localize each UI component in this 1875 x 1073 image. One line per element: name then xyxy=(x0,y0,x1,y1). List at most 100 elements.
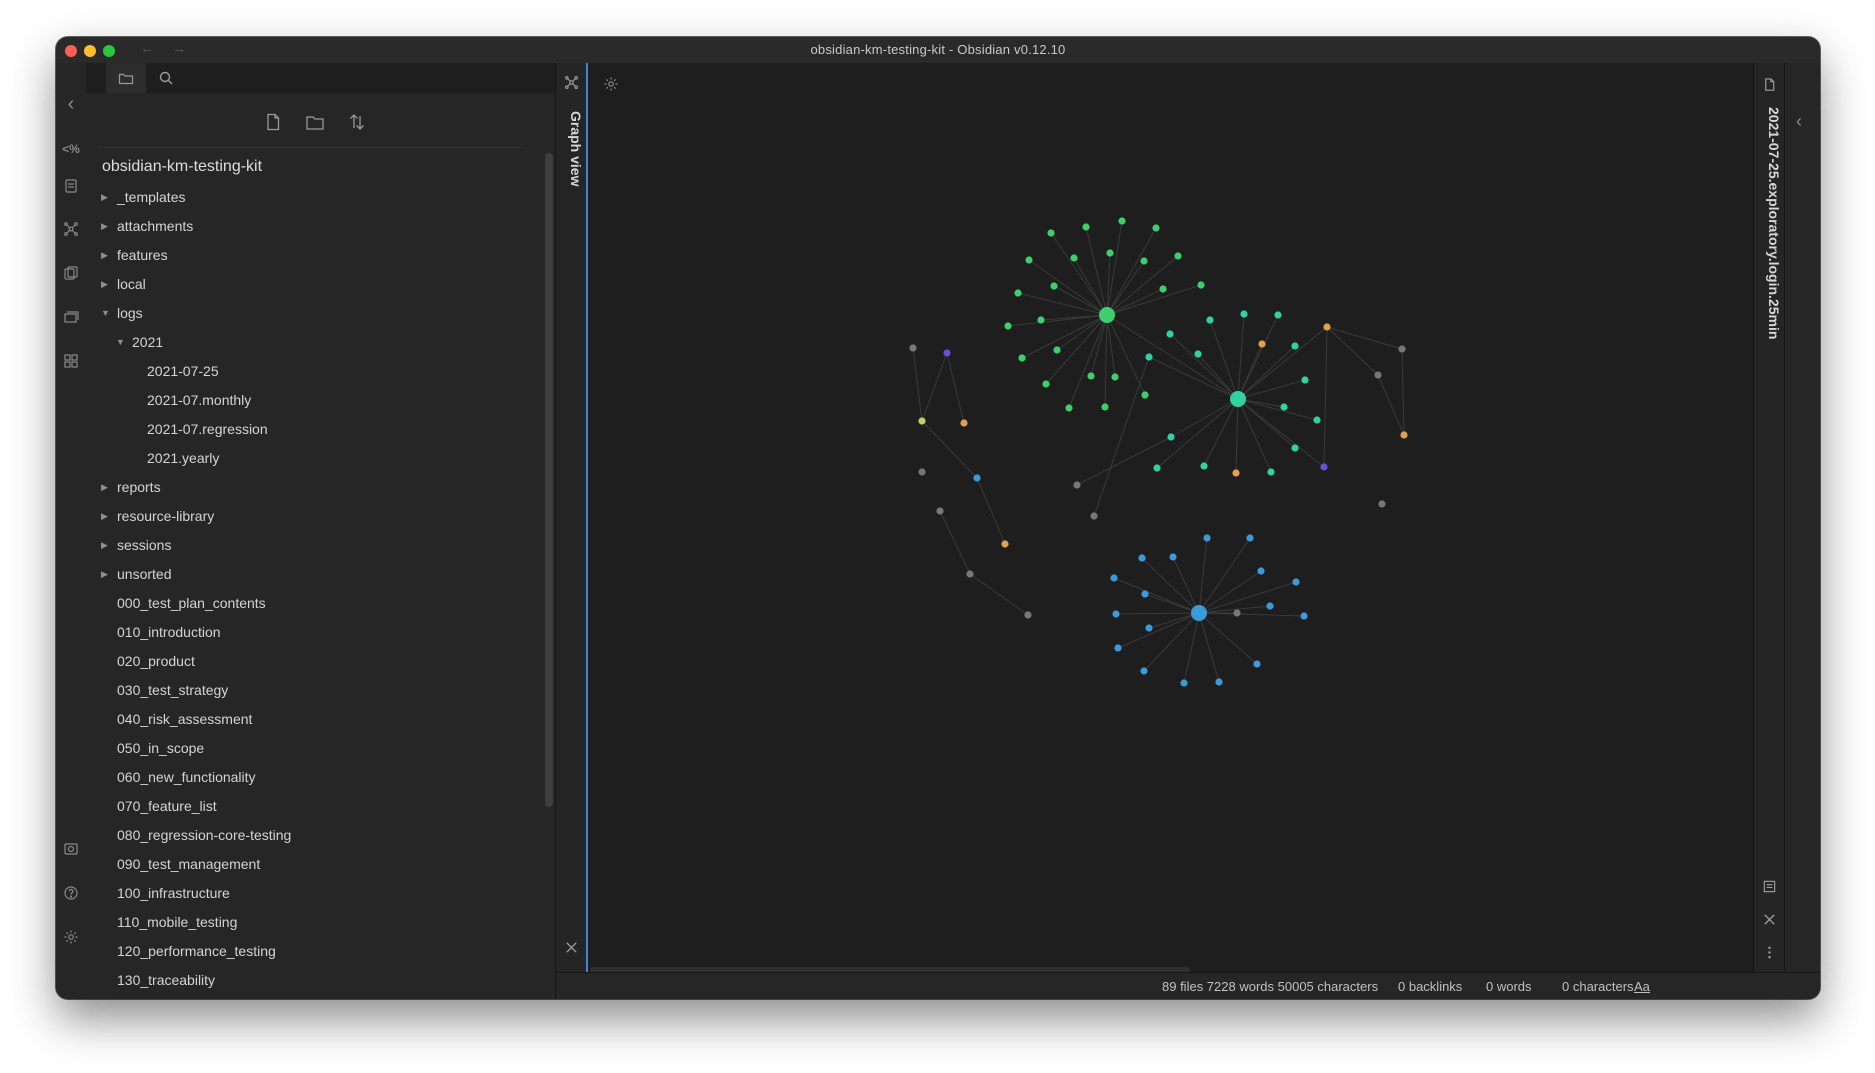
graph-node[interactable] xyxy=(1180,679,1188,687)
graph-node[interactable] xyxy=(966,570,974,578)
graph-node[interactable] xyxy=(1141,391,1149,399)
graph-node[interactable] xyxy=(1169,553,1177,561)
sidebar-scrollbar[interactable] xyxy=(545,153,553,807)
graph-node[interactable] xyxy=(1138,554,1146,562)
graph-node[interactable] xyxy=(1233,609,1241,617)
close-tab-icon[interactable] xyxy=(556,934,586,960)
kanban-icon[interactable] xyxy=(56,306,86,328)
graph-node[interactable] xyxy=(960,419,968,427)
graph-node[interactable] xyxy=(1090,512,1098,520)
vault-icon[interactable] xyxy=(56,838,86,860)
backlinks-count[interactable]: 0 backlinks xyxy=(1398,979,1462,994)
graph-node[interactable] xyxy=(1291,342,1299,350)
graph-node[interactable] xyxy=(1398,345,1406,353)
graph-node[interactable] xyxy=(1018,354,1026,362)
graph-node[interactable] xyxy=(1159,285,1167,293)
graph-node[interactable] xyxy=(1253,660,1261,668)
graph-node[interactable] xyxy=(1111,373,1119,381)
graph-node[interactable] xyxy=(1112,610,1120,618)
graph-node[interactable] xyxy=(1110,574,1118,582)
graph-node[interactable] xyxy=(1203,534,1211,542)
graph-node[interactable] xyxy=(1053,346,1061,354)
graph-node[interactable] xyxy=(973,474,981,482)
graph-hub-node[interactable] xyxy=(1099,307,1115,323)
graph-node[interactable] xyxy=(1024,611,1032,619)
file-explorer-tab[interactable] xyxy=(106,63,146,93)
graph-view-tab-label[interactable]: Graph view xyxy=(558,111,584,211)
graph-node[interactable] xyxy=(1152,224,1160,232)
graph-node[interactable] xyxy=(1004,322,1012,330)
search-tab[interactable] xyxy=(146,63,186,93)
chevron-down-icon[interactable]: ▼ xyxy=(101,299,110,328)
right-more-options-icon[interactable] xyxy=(1754,939,1784,965)
graph-node[interactable] xyxy=(1301,376,1309,384)
graph-node[interactable] xyxy=(1001,540,1009,548)
graph-node[interactable] xyxy=(1257,567,1265,575)
new-folder-icon[interactable] xyxy=(300,107,330,137)
graph-node[interactable] xyxy=(1292,578,1300,586)
close-right-tab-icon[interactable] xyxy=(1754,906,1784,932)
graph-node[interactable] xyxy=(1037,316,1045,324)
chevron-right-icon[interactable]: ▶ xyxy=(101,473,108,502)
chevron-right-icon[interactable]: ▶ xyxy=(101,183,108,212)
graph-view-icon[interactable] xyxy=(556,69,586,95)
note-file-icon[interactable] xyxy=(1754,71,1784,97)
graph-node[interactable] xyxy=(1378,500,1386,508)
graph-node[interactable] xyxy=(1194,350,1202,358)
chevron-right-icon[interactable]: ▶ xyxy=(101,241,108,270)
graph-node[interactable] xyxy=(1197,281,1205,289)
graph-node[interactable] xyxy=(1114,644,1122,652)
graph-node[interactable] xyxy=(1047,229,1055,237)
daily-notes-icon[interactable] xyxy=(56,175,86,197)
graph-node[interactable] xyxy=(1274,311,1282,319)
graph-node[interactable] xyxy=(936,507,944,515)
graph-node[interactable] xyxy=(1118,217,1126,225)
graph-node[interactable] xyxy=(1106,249,1114,257)
graph-node[interactable] xyxy=(1050,282,1058,290)
sort-order-icon[interactable] xyxy=(342,107,372,137)
font-toggle[interactable]: Aa xyxy=(1634,979,1650,994)
vault-name[interactable]: obsidian-km-testing-kit xyxy=(102,158,262,176)
chevron-right-icon[interactable]: ▶ xyxy=(101,531,108,560)
graph-node[interactable] xyxy=(1320,463,1328,471)
help-icon[interactable] xyxy=(56,882,86,904)
graph-node[interactable] xyxy=(1280,403,1288,411)
new-note-icon[interactable] xyxy=(258,107,288,137)
graph-node[interactable] xyxy=(918,417,926,425)
graph-node[interactable] xyxy=(1313,416,1321,424)
graph-node[interactable] xyxy=(918,468,926,476)
graph-node[interactable] xyxy=(1258,340,1266,348)
outline-icon[interactable] xyxy=(1754,873,1784,899)
graph-node[interactable] xyxy=(1145,624,1153,632)
graph-node[interactable] xyxy=(1174,252,1182,260)
linked-note-title[interactable]: 2021-07-25.exploratory.login.25min xyxy=(1758,107,1782,447)
graph-node[interactable] xyxy=(1014,289,1022,297)
graph-node[interactable] xyxy=(1291,444,1299,452)
graph-canvas[interactable] xyxy=(588,63,1753,973)
chevron-right-icon[interactable]: ▶ xyxy=(101,270,108,299)
settings-icon[interactable] xyxy=(56,926,86,948)
graph-node[interactable] xyxy=(1167,433,1175,441)
graph-node[interactable] xyxy=(1232,469,1240,477)
graph-node[interactable] xyxy=(1145,353,1153,361)
graph-node[interactable] xyxy=(943,349,951,357)
graph-node[interactable] xyxy=(1215,678,1223,686)
slides-icon[interactable] xyxy=(56,262,86,284)
graph-node[interactable] xyxy=(909,344,917,352)
graph-node[interactable] xyxy=(1025,256,1033,264)
graph-node[interactable] xyxy=(1070,254,1078,262)
graph-node[interactable] xyxy=(1200,462,1208,470)
graph-node[interactable] xyxy=(1240,310,1248,318)
graph-node[interactable] xyxy=(1065,404,1073,412)
templater-icon[interactable]: <% xyxy=(56,138,86,160)
graph-node[interactable] xyxy=(1266,602,1274,610)
plugins-icon[interactable] xyxy=(56,350,86,372)
graph-node[interactable] xyxy=(1140,667,1148,675)
graph-node[interactable] xyxy=(1082,223,1090,231)
chevron-right-icon[interactable]: ▶ xyxy=(101,560,108,589)
graph-node[interactable] xyxy=(1073,481,1081,489)
graph-node[interactable] xyxy=(1267,468,1275,476)
chevron-right-icon[interactable]: ▶ xyxy=(101,502,108,531)
graph-node[interactable] xyxy=(1042,380,1050,388)
graph-hub-node[interactable] xyxy=(1191,605,1207,621)
